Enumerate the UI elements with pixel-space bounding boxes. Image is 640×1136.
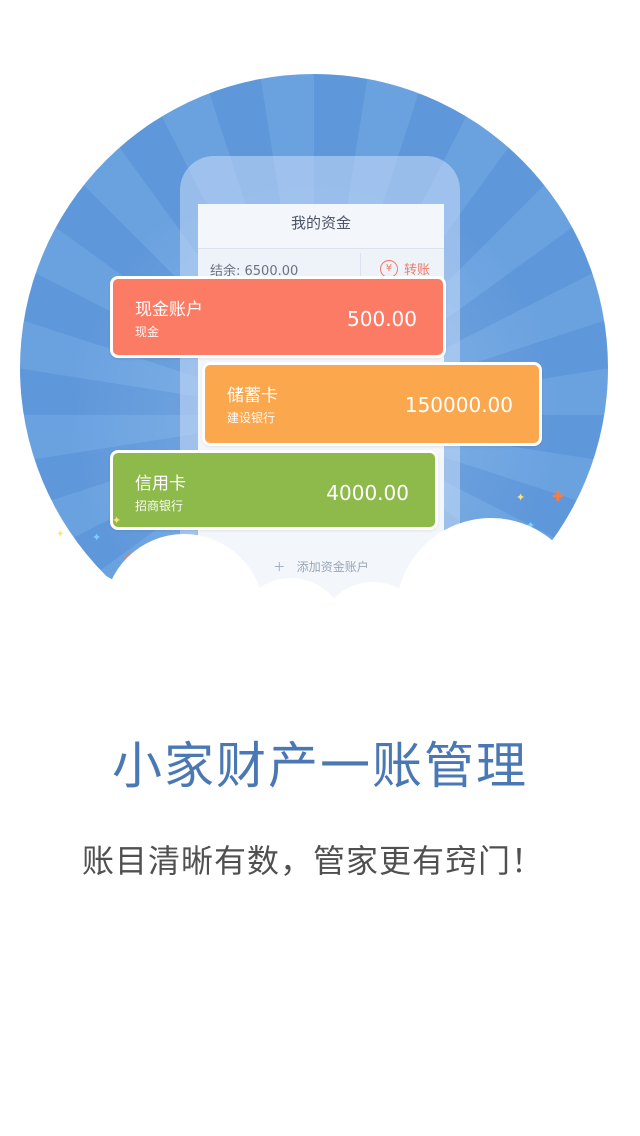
plus-icon: ＋ <box>273 560 286 574</box>
subline: 账目清晰有数，管家更有窍门！ <box>81 842 544 880</box>
sparkle-icon: ✦ <box>92 531 102 544</box>
yen-circle-icon: ¥ <box>379 259 398 278</box>
account-amount: 500.00 <box>347 307 417 331</box>
account-name: 信用卡 <box>135 474 186 494</box>
sparkle-icon: ✦ <box>516 491 526 504</box>
cloud-base <box>0 598 640 640</box>
account-name: 储蓄卡 <box>227 386 278 406</box>
account-sub: 建设银行 <box>227 411 276 425</box>
account-sub: 招商银行 <box>135 499 184 513</box>
sparkle-icon: ✦ <box>112 514 122 527</box>
hero-illustration: 我的资金 结余: 6500.00 ¥ 转账 ＋ 添加资金账户 现金账户 现金 5… <box>0 0 640 640</box>
account-card-cash[interactable]: 现金账户 现金 500.00 <box>110 276 446 358</box>
account-amount: 150000.00 <box>404 393 513 417</box>
account-card-credit[interactable]: 信用卡 招商银行 4000.00 <box>110 450 438 530</box>
add-account-label: 添加资金账户 <box>296 560 369 574</box>
sparkle-icon: ✚ <box>552 489 564 505</box>
account-card-debit[interactable]: 储蓄卡 建设银行 150000.00 <box>202 362 542 446</box>
screen-title: 我的资金 <box>290 214 351 232</box>
account-sub: 现金 <box>135 325 160 339</box>
sparkle-icon: ✦ <box>56 529 65 540</box>
account-name: 现金账户 <box>135 300 203 320</box>
headline: 小家财产一账管理 <box>112 737 528 795</box>
account-amount: 4000.00 <box>326 481 409 505</box>
